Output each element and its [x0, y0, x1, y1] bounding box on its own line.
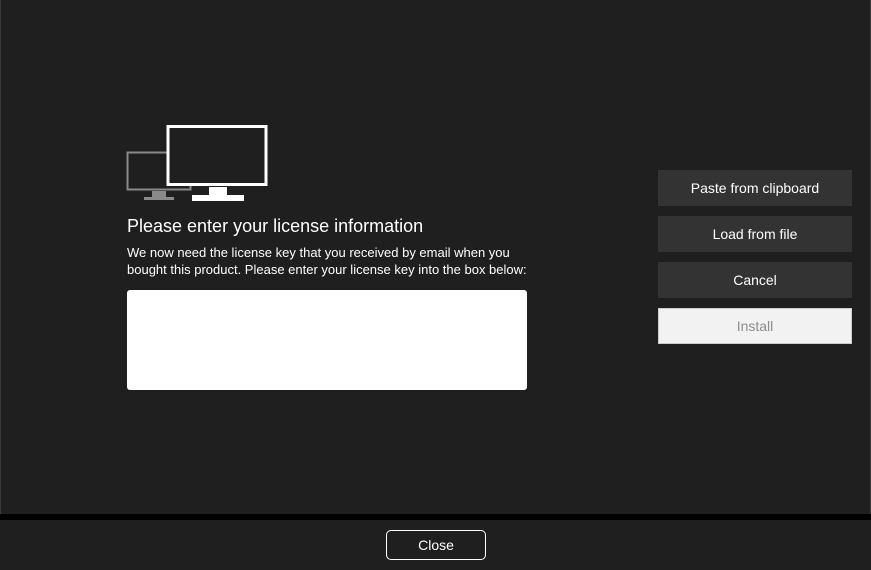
dialog-title: Please enter your license information	[127, 216, 424, 236]
footer-bar: Close	[0, 520, 871, 570]
close-button[interactable]: Close	[386, 530, 486, 560]
paste-from-clipboard-button[interactable]: Paste from clipboard	[658, 170, 852, 206]
install-button[interactable]: Install	[658, 308, 852, 344]
load-from-file-button[interactable]: Load from file	[658, 216, 852, 252]
cancel-button[interactable]: Cancel	[658, 262, 852, 298]
license-key-input[interactable]	[127, 290, 527, 390]
monitors-icon	[126, 125, 268, 203]
license-dialog: Please enter your license information We…	[0, 0, 871, 514]
dialog-description: We now need the license key that you rec…	[127, 245, 527, 277]
